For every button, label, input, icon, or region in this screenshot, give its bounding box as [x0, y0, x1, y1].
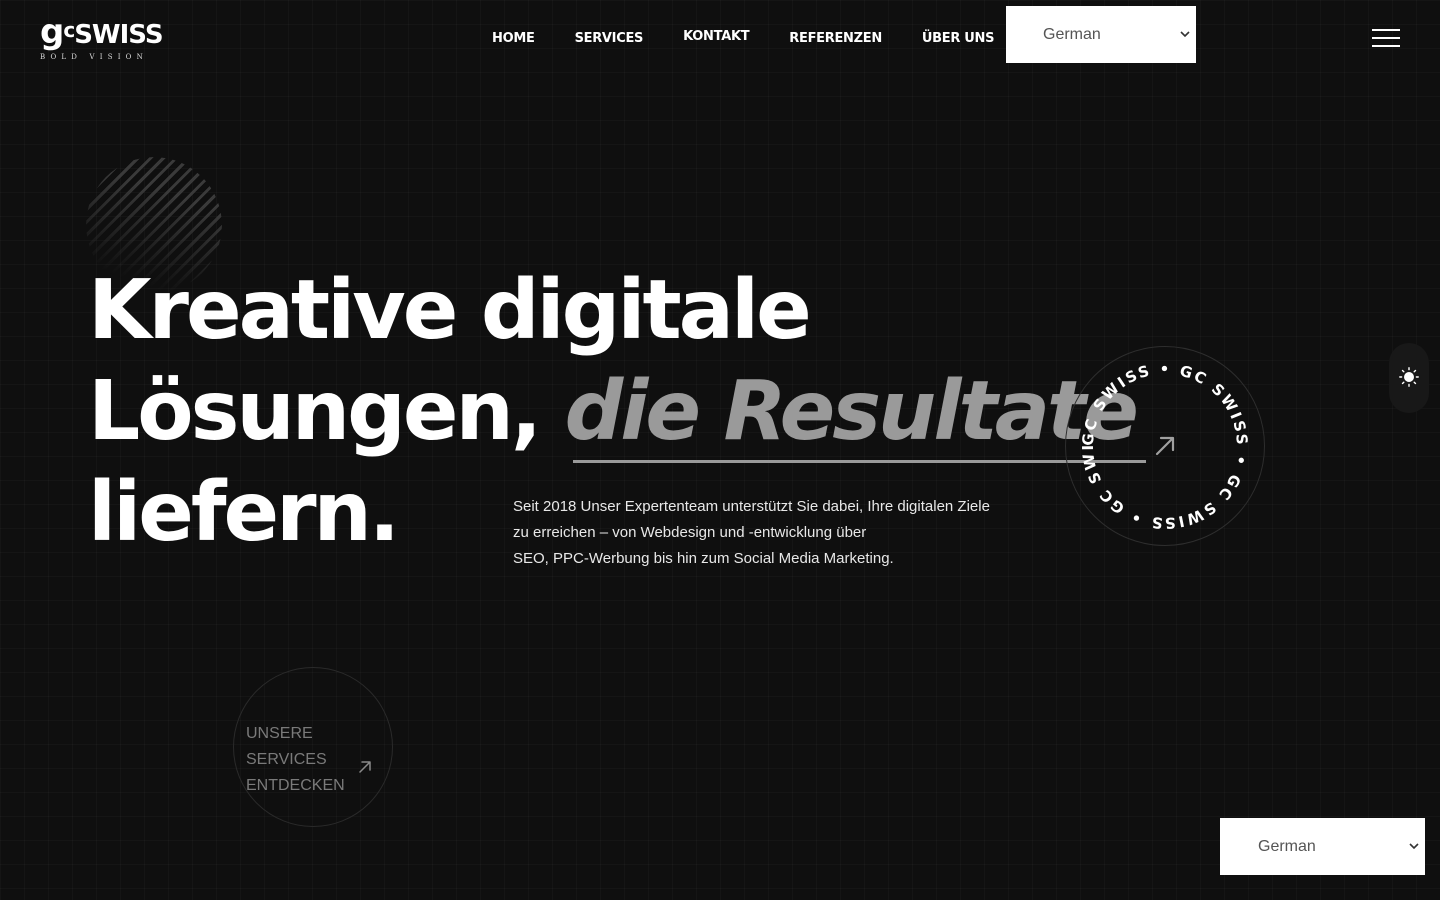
language-select[interactable]: German	[1006, 6, 1196, 63]
main-nav: HOME SERVICES KONTAKT REFERENZEN ÜBER UN…	[472, 0, 1014, 76]
logo[interactable]: gcSWISS BOLD VISION	[40, 15, 164, 64]
hero-headline-line1: Kreative digitale	[88, 263, 812, 358]
theme-toggle[interactable]	[1389, 343, 1429, 413]
sun-icon	[1399, 367, 1419, 387]
language-select-value: German	[1043, 25, 1101, 43]
chevron-down-icon	[1409, 841, 1419, 853]
nav-item-referenzen[interactable]: REFERENZEN	[789, 31, 882, 46]
rotating-badge-text: GC SWISS • GC SWISS • GC SWISS • GC SWIS…	[1066, 347, 1251, 532]
logo-mark-g: g	[40, 12, 64, 52]
hero-headline-accent: die Resultate	[564, 364, 1139, 459]
logo-mark-text: SWISS	[74, 20, 163, 50]
logo-tagline: BOLD VISION	[40, 53, 148, 61]
discover-services-label-line2: ENTDECKEN	[246, 777, 345, 794]
hero-description-line: zu erreichen – von Webdesign und -entwic…	[513, 524, 867, 541]
hero-description-line: SEO, PPC-Werbung bis hin zum Social Medi…	[513, 550, 894, 567]
hero-description-line: Seit 2018 Unser Expertenteam unterstützt…	[513, 498, 990, 515]
discover-services-label-line1: UNSERE SERVICES	[246, 725, 327, 768]
chevron-down-icon	[1180, 29, 1190, 41]
discover-services-button[interactable]: UNSERE SERVICES ENTDECKEN	[233, 667, 393, 827]
arrow-up-right-icon	[1155, 436, 1175, 456]
arrow-up-right-icon	[359, 761, 371, 773]
nav-item-services[interactable]: SERVICES	[575, 31, 644, 46]
language-select-floating-value: German	[1258, 837, 1316, 855]
hero-description: Seit 2018 Unser Expertenteam unterstützt…	[513, 494, 1053, 572]
logo-mark-c: c	[63, 18, 75, 42]
menu-icon[interactable]	[1372, 29, 1400, 49]
hero-headline-line2: Lösungen, die Resultate	[88, 361, 1139, 462]
hero-headline-line2-plain: Lösungen,	[88, 364, 542, 459]
language-select-floating[interactable]: German	[1220, 818, 1425, 875]
rotating-badge[interactable]: GC SWISS • GC SWISS • GC SWISS • GC SWIS…	[1065, 346, 1265, 546]
logo-mark: gcSWISS	[40, 15, 164, 51]
discover-services-label: UNSERE SERVICES ENTDECKEN	[246, 721, 396, 799]
nav-item-kontakt[interactable]: KONTAKT	[683, 29, 749, 44]
nav-item-ueber-uns[interactable]: ÜBER UNS	[922, 31, 995, 46]
rotating-badge-graphic: GC SWISS • GC SWISS • GC SWISS • GC SWIS…	[1066, 347, 1251, 532]
nav-item-home[interactable]: HOME	[492, 31, 535, 46]
